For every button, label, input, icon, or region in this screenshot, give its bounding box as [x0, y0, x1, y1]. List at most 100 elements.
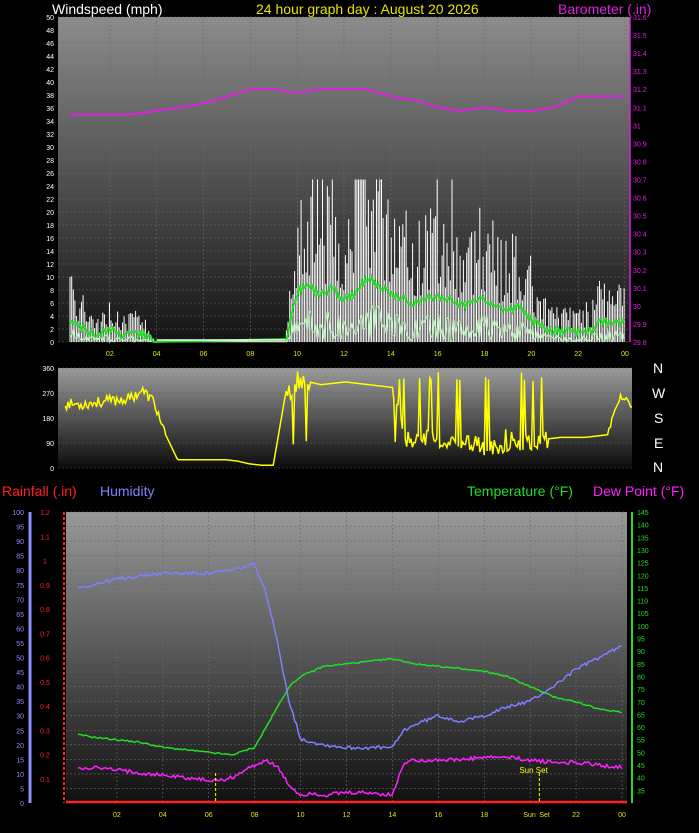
rainfall-tick-label: 0.4 [40, 704, 50, 711]
temperature-tick-label: 90 [637, 649, 645, 656]
direction-tick-label: 360 [42, 366, 54, 373]
barometer-tick-label: 29.8 [633, 340, 647, 347]
barometer-tick-label: 31.3 [633, 69, 647, 76]
rainfall-tick-label: 0.2 [40, 753, 50, 760]
sun-axis-label: Sun [523, 812, 536, 819]
barometer-tick-label: 30.2 [633, 268, 647, 275]
humidity-tick-label: 5 [20, 786, 24, 793]
temperature-tick-label: 135 [637, 535, 649, 542]
humidity-tick-label: 65 [16, 612, 24, 619]
barometer-tick-label: 30.8 [633, 159, 647, 166]
humidity-tick-label: 45 [16, 670, 24, 677]
humidity-tick-label: 30 [16, 714, 24, 721]
windspeed-tick-label: 48 [46, 28, 54, 35]
direction-tick-label: 0 [50, 466, 54, 473]
windspeed-x-tick-label: 10 [293, 351, 301, 358]
windspeed-tick-label: 18 [46, 223, 54, 230]
humidity-x-tick-label: 06 [205, 812, 213, 819]
rainfall-tick-label: 0.1 [40, 777, 50, 784]
temperature-tick-label: 35 [637, 788, 645, 795]
temperature-tick-label: 55 [637, 738, 645, 745]
barometer-tick-label: 30.1 [633, 286, 647, 293]
windspeed-tick-label: 34 [46, 119, 54, 126]
humidity-tick-label: 90 [16, 539, 24, 546]
temperature-tick-label: 140 [637, 523, 649, 530]
temperature-tick-label: 120 [637, 573, 649, 580]
windspeed-x-tick-label: 08 [246, 351, 254, 358]
barometer-tick-label: 30.9 [633, 141, 647, 148]
humidity-tick-label: 80 [16, 568, 24, 575]
rainfall-tick-label: 0.5 [40, 680, 50, 687]
windspeed-x-tick-label: 20 [527, 351, 535, 358]
rainfall-tick-label: 0.8 [40, 607, 50, 614]
windspeed-tick-label: 32 [46, 132, 54, 139]
barometer-tick-label: 31.6 [633, 15, 647, 22]
windspeed-tick-label: 8 [50, 288, 54, 295]
barometer-tick-label: 31.1 [633, 105, 647, 112]
humidity-tick-label: 15 [16, 757, 24, 764]
humidity-x-tick-label: 14 [389, 812, 397, 819]
humidity-tick-label: 50 [16, 656, 24, 663]
humidity-tick-label: 40 [16, 685, 24, 692]
temperature-tick-label: 75 [637, 687, 645, 694]
windspeed-x-tick-label: 02 [106, 351, 114, 358]
humidity-x-tick-label: 16 [434, 812, 442, 819]
windspeed-tick-label: 28 [46, 158, 54, 165]
windspeed-tick-label: 30 [46, 145, 54, 152]
windspeed-tick-label: 2 [50, 327, 54, 334]
humidity-x-tick-label: 00 [618, 812, 626, 819]
windspeed-x-tick-label: 12 [340, 351, 348, 358]
humidity-x-tick-label: 02 [113, 812, 121, 819]
direction-plot-area [58, 368, 632, 468]
barometer-tick-label: 30.6 [633, 196, 647, 203]
temperature-tick-label: 130 [637, 548, 649, 555]
rainfall-tick-label: 0.3 [40, 728, 50, 735]
temperature-tick-label: 100 [637, 624, 649, 631]
windspeed-x-tick-label: 06 [200, 351, 208, 358]
humidity-tick-label: 70 [16, 597, 24, 604]
rainfall-tick-label: 1.1 [40, 534, 50, 541]
temperature-tick-label: 110 [637, 599, 648, 606]
barometer-tick-label: 30.4 [633, 232, 647, 239]
rainfall-tick-label: 0.9 [40, 583, 50, 590]
barometer-tick-label: 29.9 [633, 322, 647, 329]
humidity-tick-label: 75 [16, 583, 24, 590]
humidity-tick-label: 35 [16, 699, 24, 706]
humidity-x-tick-label: 04 [159, 812, 167, 819]
humidity-tick-label: 95 [16, 525, 24, 532]
temperature-tick-label: 40 [637, 776, 645, 783]
humidity-tick-label: 60 [16, 626, 24, 633]
temperature-tick-label: 65 [637, 712, 645, 719]
windspeed-tick-label: 24 [46, 184, 54, 191]
windspeed-x-tick-label: 18 [481, 351, 489, 358]
direction-tick-label: 90 [46, 441, 54, 448]
windspeed-tick-label: 40 [46, 80, 54, 87]
windspeed-tick-label: 16 [46, 236, 54, 243]
temperature-tick-label: 50 [637, 750, 645, 757]
humidity-tick-label: 20 [16, 743, 24, 750]
barometer-tick-label: 30 [633, 304, 641, 311]
humidity-x-tick-label: 18 [480, 812, 488, 819]
windspeed-tick-label: 14 [46, 249, 54, 256]
windspeed-tick-label: 4 [50, 314, 54, 321]
rainfall-tick-label: 1 [43, 559, 47, 566]
humidity-tick-label: 10 [16, 772, 24, 779]
windspeed-tick-label: 22 [46, 197, 54, 204]
direction-tick-label: 270 [42, 391, 54, 398]
humidity-tick-label: 55 [16, 641, 24, 648]
barometer-tick-label: 31.5 [633, 33, 647, 40]
rainfall-tick-label: 0.6 [40, 656, 50, 663]
barometer-tick-label: 31.4 [633, 51, 647, 58]
humidity-tick-label: 85 [16, 554, 24, 561]
humidity-tick-label: 25 [16, 728, 24, 735]
temperature-tick-label: 95 [637, 637, 645, 644]
barometer-tick-label: 31.2 [633, 87, 647, 94]
humidity-tick-label: 0 [20, 801, 24, 808]
temperature-tick-label: 70 [637, 700, 645, 707]
rainfall-tick-label: 1.2 [40, 510, 50, 517]
windspeed-tick-label: 6 [50, 301, 54, 308]
temperature-tick-label: 85 [637, 662, 645, 669]
temperature-tick-label: 105 [637, 611, 649, 618]
weather-charts: 0246810121416182022242628303234363840424… [12, 15, 649, 819]
windspeed-x-tick-label: 04 [153, 351, 161, 358]
